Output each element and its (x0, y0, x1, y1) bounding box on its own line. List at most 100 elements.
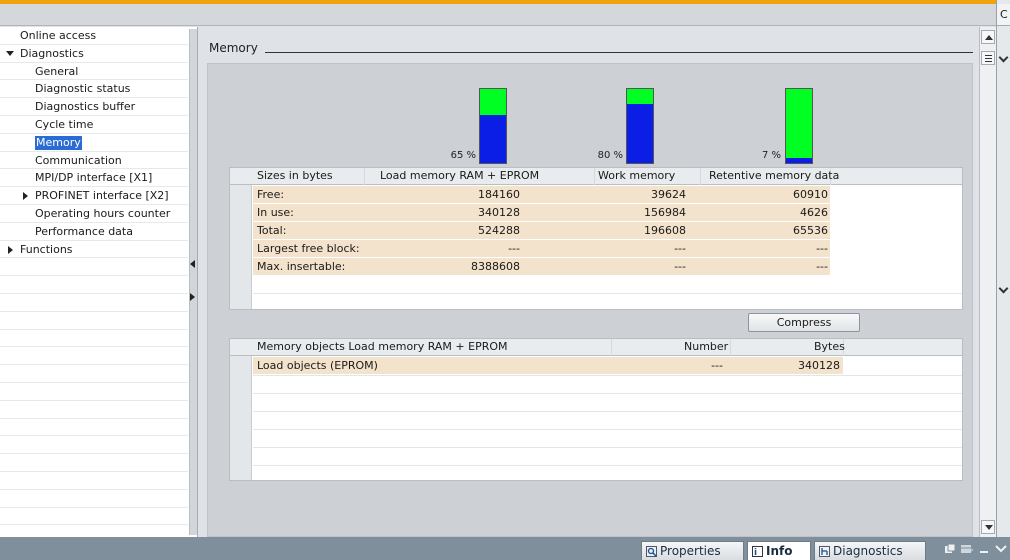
row-label: In use: (257, 206, 294, 219)
work-memory-usage-bar (626, 88, 654, 164)
nav-empty-row (0, 312, 188, 330)
work-memory-used-fill (627, 103, 653, 163)
nav-empty-row (0, 294, 188, 312)
nav-empty-row (0, 401, 188, 419)
header-work-memory: Work memory (598, 169, 676, 182)
cell-value: 8388608 (471, 260, 520, 273)
tab-properties[interactable]: Properties (641, 541, 744, 560)
chevron-down-icon[interactable] (998, 283, 1009, 294)
nav-item-label: General (35, 64, 79, 78)
expanded-arrow-icon[interactable] (6, 50, 14, 56)
navigation-rows: Online access Diagnostics General Diagnosti… (0, 27, 188, 526)
sizes-table-header (230, 168, 962, 185)
nav-item-mpi-dp-interface-x1[interactable]: MPI/DP interface [X1] (0, 169, 188, 188)
nav-item-diagnostics-buffer[interactable]: Diagnostics buffer (0, 98, 188, 116)
row-label: Load objects (EPROM) (257, 359, 378, 372)
expand-right-icon[interactable] (189, 292, 197, 302)
scroll-down-button[interactable] (981, 520, 995, 534)
nav-item-general[interactable]: General (0, 63, 188, 81)
vertical-scrollbar[interactable] (979, 27, 996, 537)
row-label: Largest free block: (257, 242, 360, 255)
cell-value: 340128 (478, 206, 520, 219)
load-memory-usage-bar (479, 88, 507, 164)
diagnostics-icon (819, 546, 830, 557)
nav-empty-row (0, 419, 188, 437)
load-memory-percent: 65 % (450, 150, 476, 161)
chevron-down-icon (985, 525, 993, 530)
collapse-down-icon[interactable] (995, 544, 1007, 554)
cell-value: 4626 (800, 206, 828, 219)
row-label: Total: (257, 224, 287, 237)
section-title: Memory (209, 41, 264, 55)
tab-diagnostics[interactable]: Diagnostics (814, 541, 926, 560)
nav-item-functions[interactable]: Functions (0, 241, 188, 259)
nav-item-label: Performance data (35, 224, 133, 238)
chevron-down-icon[interactable] (998, 52, 1009, 63)
nav-item-communication[interactable]: Communication (0, 152, 188, 170)
header-retentive-memory: Retentive memory data (709, 169, 840, 182)
nav-item-label: PROFINET interface [X2] (35, 189, 169, 203)
nav-item-cycle-time[interactable]: Cycle time (0, 116, 188, 134)
minimize-icon[interactable] (980, 544, 990, 554)
collapsed-arrow-icon[interactable] (23, 192, 28, 201)
sizes-table: Sizes in bytes Load memory RAM + EPROM W… (229, 167, 963, 310)
tab-properties-label: Properties (660, 544, 721, 558)
cell-value: 340128 (798, 359, 840, 372)
header-sizes-in-bytes: Sizes in bytes (257, 169, 333, 182)
header-number: Number (684, 340, 729, 353)
memory-panel: 65 % 80 % 7 % Sizes in bytes Load memory… (207, 63, 973, 537)
cell-value: --- (674, 260, 686, 273)
nav-empty-row (0, 258, 188, 277)
nav-item-operating-hours-counter[interactable]: Operating hours counter (0, 205, 188, 223)
top-strip (0, 4, 996, 26)
retentive-memory-used-fill (786, 157, 812, 163)
cell-value: 524288 (478, 224, 520, 237)
svg-text:i: i (754, 548, 757, 557)
task-card-strip: C (996, 0, 1010, 537)
nav-item-label: Diagnostics buffer (35, 100, 136, 114)
nav-empty-row (0, 276, 188, 294)
row-label: Free: (257, 188, 285, 201)
info-icon: i (752, 546, 763, 557)
scroll-menu-button[interactable] (981, 51, 995, 65)
nav-empty-row (0, 347, 188, 366)
cell-value: 184160 (478, 188, 520, 201)
properties-icon (646, 546, 657, 557)
retentive-memory-usage-bar (785, 88, 813, 164)
nav-item-profinet-interface-x2[interactable]: PROFINET interface [X2] (0, 187, 188, 205)
cell-value: 39624 (651, 188, 686, 201)
nav-item-label: Online access (20, 29, 97, 42)
nav-item-performance-data[interactable]: Performance data (0, 223, 188, 241)
nav-item-label: Cycle time (35, 117, 94, 131)
tab-info[interactable]: i Info (747, 541, 811, 560)
nav-item-diagnostic-status[interactable]: Diagnostic status (0, 80, 188, 99)
restore-window-icon[interactable] (945, 544, 955, 554)
tab-info-label: Info (766, 544, 793, 558)
nav-item-diagnostics[interactable]: Diagnostics (0, 45, 188, 63)
nav-item-online-access[interactable]: Online access (0, 27, 188, 45)
memory-view: Memory 65 % 80 % 7 % Sizes in bytes Load… (199, 27, 979, 537)
collapsed-arrow-icon[interactable] (8, 245, 13, 254)
nav-empty-row (0, 436, 188, 455)
nav-item-label: Functions (20, 242, 73, 256)
scroll-up-button[interactable] (981, 30, 995, 44)
tab-diagnostics-label: Diagnostics (833, 544, 903, 558)
collapse-left-icon[interactable] (189, 259, 197, 269)
header-load-memory: Load memory RAM + EPROM (380, 169, 540, 182)
nav-empty-row (0, 383, 188, 401)
navigation-tree: Online access Diagnostics General Diagnosti… (0, 27, 198, 537)
navigation-splitter[interactable] (189, 29, 197, 535)
nav-item-label: Communication (35, 153, 122, 167)
inspector-tab-bar: Properties i Info Diagnostics (0, 537, 1010, 560)
compress-button[interactable]: Compress (748, 313, 860, 332)
nav-item-label: Operating hours counter (35, 206, 171, 220)
work-memory-percent: 80 % (597, 150, 623, 161)
nav-item-memory[interactable]: Memory (0, 134, 188, 152)
cell-value: 65536 (793, 224, 828, 237)
row-header-column (230, 339, 252, 480)
nav-item-label: Diagnostics (20, 46, 84, 60)
layout-icon[interactable] (961, 544, 973, 554)
cell-value: 60910 (793, 188, 828, 201)
header-bytes: Bytes (814, 340, 845, 353)
nav-empty-row (0, 330, 188, 348)
